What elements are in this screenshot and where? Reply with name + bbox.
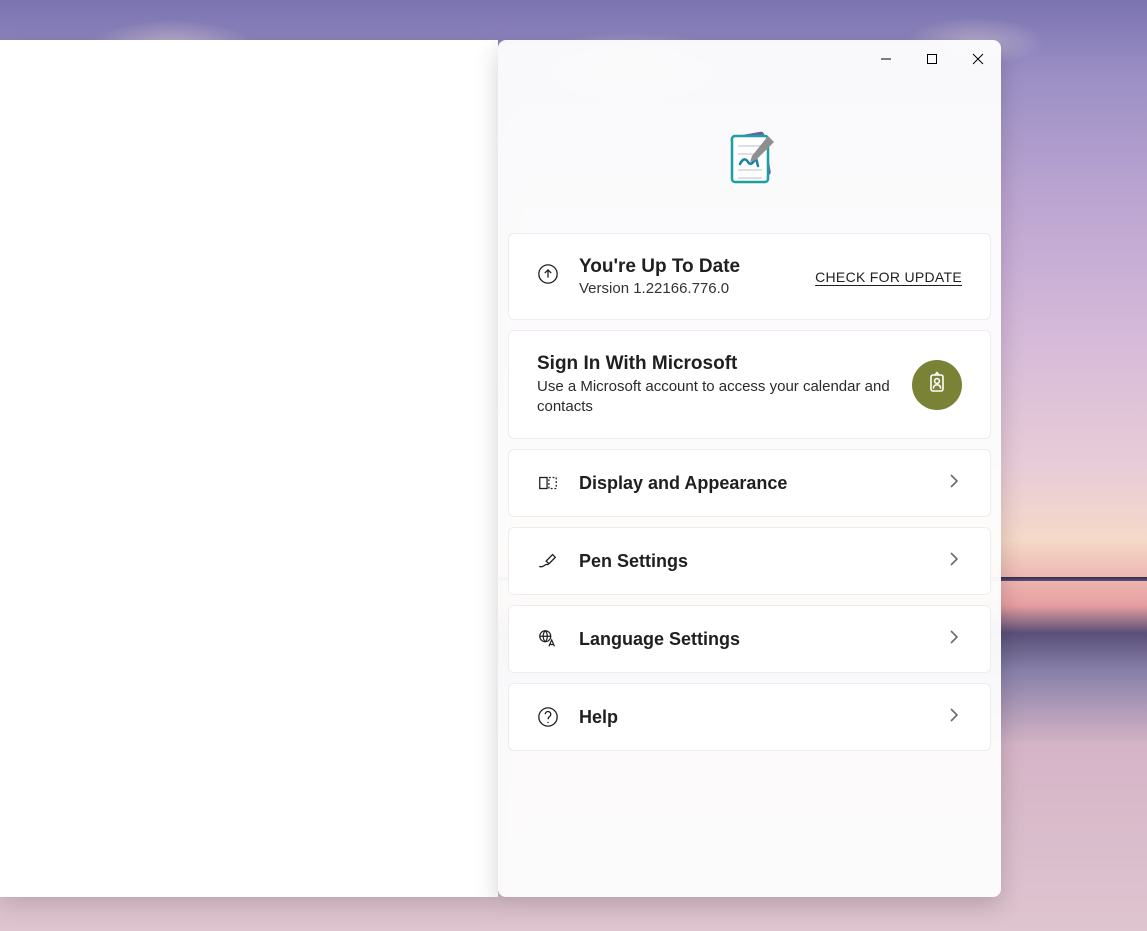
signin-title: Sign In With Microsoft [537,353,894,375]
language-icon [537,628,559,650]
update-arrow-icon [537,263,559,290]
minimize-button[interactable] [863,40,909,78]
help-icon [537,706,559,728]
nav-language-settings[interactable]: Language Settings [508,605,991,673]
signin-badge [912,360,962,410]
nav-display-label: Display and Appearance [579,473,926,494]
update-version-text: Version 1.22166.776.0 [579,280,795,297]
maximize-button[interactable] [909,40,955,78]
nav-display-appearance[interactable]: Display and Appearance [508,449,991,517]
nav-pen-settings[interactable]: Pen Settings [508,527,991,595]
settings-window: You're Up To Date Version 1.22166.776.0 … [498,40,1001,897]
nav-pen-label: Pen Settings [579,551,926,572]
chevron-right-icon [946,629,962,650]
app-logo-block [508,78,991,233]
chevron-right-icon [946,707,962,728]
display-icon [537,472,559,494]
journal-app-icon [718,128,782,193]
account-badge-icon [925,370,949,399]
nav-language-label: Language Settings [579,629,926,650]
signin-description: Use a Microsoft account to access your c… [537,377,894,416]
nav-help-label: Help [579,707,926,728]
chevron-right-icon [946,473,962,494]
signin-card[interactable]: Sign In With Microsoft Use a Microsoft a… [508,330,991,439]
settings-scroll-area: You're Up To Date Version 1.22166.776.0 … [498,78,1001,897]
window-titlebar [498,40,1001,78]
pen-icon [537,550,559,572]
update-status-title: You're Up To Date [579,256,795,278]
background-window-blank [0,40,498,897]
nav-help[interactable]: Help [508,683,991,751]
chevron-right-icon [946,551,962,572]
close-button[interactable] [955,40,1001,78]
update-status-card: You're Up To Date Version 1.22166.776.0 … [508,233,991,320]
check-for-update-link[interactable]: CHECK FOR UPDATE [815,269,962,285]
